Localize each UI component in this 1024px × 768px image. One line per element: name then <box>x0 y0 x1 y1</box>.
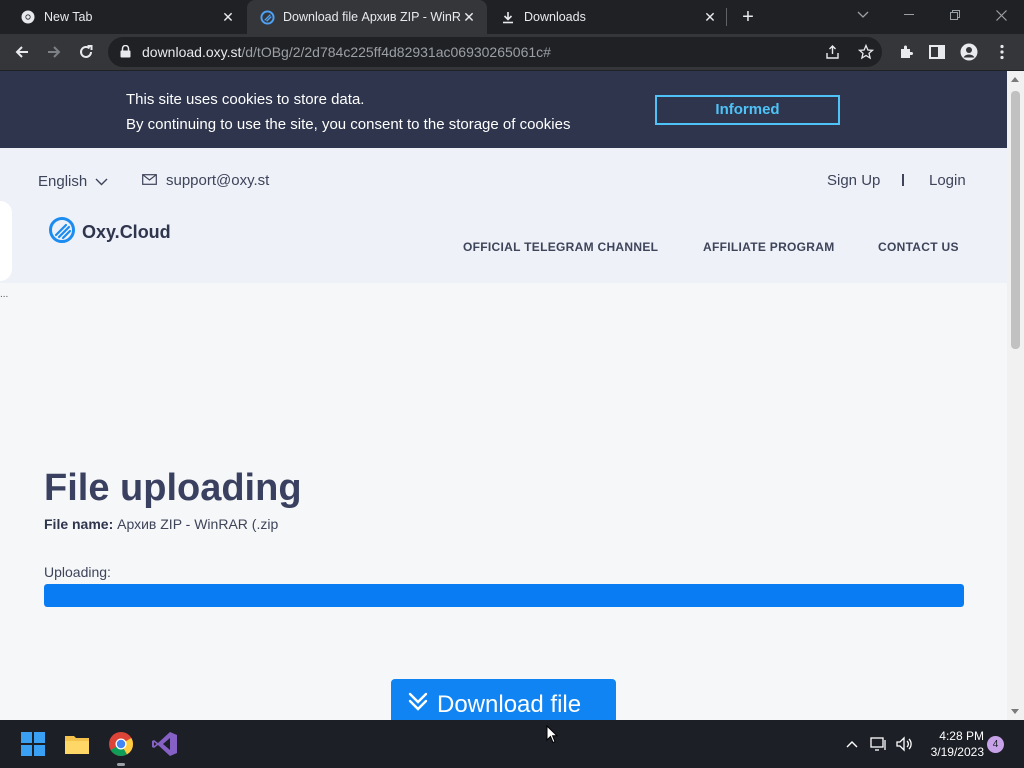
bookmark-star-icon[interactable] <box>857 43 875 61</box>
uploading-label: Uploading: <box>44 564 111 580</box>
cookie-accept-button[interactable]: Informed <box>655 95 840 125</box>
file-explorer-icon[interactable] <box>63 730 91 758</box>
support-email: support@oxy.st <box>166 172 270 189</box>
chrome-icon <box>20 9 36 25</box>
address-bar[interactable]: download.oxy.st/d/tOBg/2/2d784c225ff4d82… <box>108 37 882 67</box>
nav-contact-us[interactable]: CONTACT US <box>878 240 959 254</box>
oxy-cloud-icon <box>259 9 275 25</box>
close-tab-icon[interactable]: ✕ <box>220 9 236 25</box>
system-clock[interactable]: 4:28 PM 3/19/2023 <box>924 728 984 760</box>
close-tab-icon[interactable]: ✕ <box>702 9 718 25</box>
cookie-banner: This site uses cookies to store data. By… <box>0 71 1007 148</box>
notification-badge[interactable]: 4 <box>987 736 1004 753</box>
restore-button[interactable] <box>943 4 967 26</box>
url-path: /d/tOBg/2/2d784c225ff4d82931ac0693026506… <box>241 44 551 60</box>
site-logo[interactable]: Oxy.Cloud <box>48 216 171 249</box>
tab-label: New Tab <box>44 10 93 24</box>
visual-studio-icon[interactable] <box>151 730 179 758</box>
mouse-cursor-icon <box>546 724 559 749</box>
download-file-button[interactable]: Download file <box>391 679 616 720</box>
tab-downloads[interactable]: Downloads ✕ <box>488 0 728 34</box>
chevron-down-icon <box>95 173 108 190</box>
language-label: English <box>38 173 88 190</box>
back-button[interactable] <box>11 41 33 63</box>
lock-icon[interactable] <box>120 44 131 63</box>
scroll-down-arrow-icon[interactable] <box>1011 709 1019 714</box>
cookie-text-line1: This site uses cookies to store data. <box>126 91 365 108</box>
upload-progress-bar <box>44 584 964 607</box>
volume-icon[interactable] <box>894 734 914 754</box>
file-name-row: File name: Архив ZIP - WinRAR (.zip <box>44 516 278 532</box>
extensions-icon[interactable] <box>895 41 917 63</box>
file-name-value: Архив ZIP - WinRAR (.zip <box>117 516 279 532</box>
oxy-cloud-logo-icon <box>48 216 76 249</box>
tab-new-tab[interactable]: New Tab ✕ <box>0 0 246 34</box>
tab-divider <box>726 8 727 26</box>
ellipsis-text: ... <box>0 289 9 300</box>
decorative-shape <box>0 201 12 281</box>
forward-button[interactable] <box>43 41 65 63</box>
url-host: download.oxy.st <box>142 44 242 60</box>
clock-date: 3/19/2023 <box>930 745 984 759</box>
cookie-text: This site uses cookies to store data. By… <box>126 87 570 137</box>
windows-start-icon[interactable] <box>19 730 47 758</box>
upload-progress-fill <box>44 584 964 607</box>
logo-text: Oxy.Cloud <box>82 222 171 242</box>
tab-download-file[interactable]: Download file Архив ZIP - WinRAR ✕ <box>247 0 487 34</box>
page-viewport: This site uses cookies to store data. By… <box>0 71 1024 720</box>
side-panel-icon[interactable] <box>926 41 948 63</box>
browser-toolbar: download.oxy.st/d/tOBg/2/2d784c225ff4d82… <box>0 34 1024 71</box>
tab-label: Download file Архив ZIP - WinRAR <box>283 10 461 24</box>
windows-taskbar: 4:28 PM 3/19/2023 4 <box>0 720 1024 768</box>
cookie-text-line2: By continuing to use the site, you conse… <box>126 116 571 133</box>
browser-tabstrip: New Tab ✕ Download file Архив ZIP - WinR… <box>0 0 1024 34</box>
download-icon <box>500 9 516 25</box>
sign-up-link[interactable]: Sign Up <box>827 172 880 189</box>
page-title: File uploading <box>44 467 302 509</box>
download-button-label: Download file <box>437 691 582 718</box>
network-icon[interactable] <box>869 734 889 754</box>
active-app-indicator <box>117 763 125 766</box>
scroll-up-arrow-icon[interactable] <box>1011 77 1019 82</box>
site-header: English support@oxy.st Sign Up Login Oxy… <box>0 148 1007 283</box>
close-window-button[interactable] <box>989 4 1013 26</box>
profile-avatar-icon[interactable] <box>958 41 980 63</box>
auth-divider <box>902 174 904 186</box>
new-tab-button[interactable]: + <box>738 7 758 27</box>
url-text[interactable]: download.oxy.st/d/tOBg/2/2d784c225ff4d82… <box>142 44 551 60</box>
scrollbar-thumb[interactable] <box>1011 91 1020 349</box>
tab-search-icon[interactable] <box>851 4 875 26</box>
clock-time: 4:28 PM <box>939 729 984 743</box>
share-icon[interactable] <box>824 43 842 61</box>
login-link[interactable]: Login <box>929 172 966 189</box>
language-selector[interactable]: English <box>38 173 108 190</box>
chrome-taskbar-icon[interactable] <box>107 730 135 758</box>
reload-button[interactable] <box>75 41 97 63</box>
mail-icon <box>142 172 157 189</box>
file-name-label: File name: <box>44 516 114 532</box>
page-scrollbar[interactable] <box>1007 71 1024 720</box>
nav-telegram-channel[interactable]: OFFICIAL TELEGRAM CHANNEL <box>463 240 658 254</box>
minimize-button[interactable] <box>897 4 921 26</box>
double-chevron-down-icon <box>407 691 429 720</box>
nav-affiliate-program[interactable]: AFFILIATE PROGRAM <box>703 240 835 254</box>
close-tab-icon[interactable]: ✕ <box>461 9 477 25</box>
menu-kebab-icon[interactable] <box>991 41 1013 63</box>
chevron-up-icon[interactable] <box>842 734 862 754</box>
tab-label: Downloads <box>524 10 586 24</box>
support-email-link[interactable]: support@oxy.st <box>142 172 269 189</box>
